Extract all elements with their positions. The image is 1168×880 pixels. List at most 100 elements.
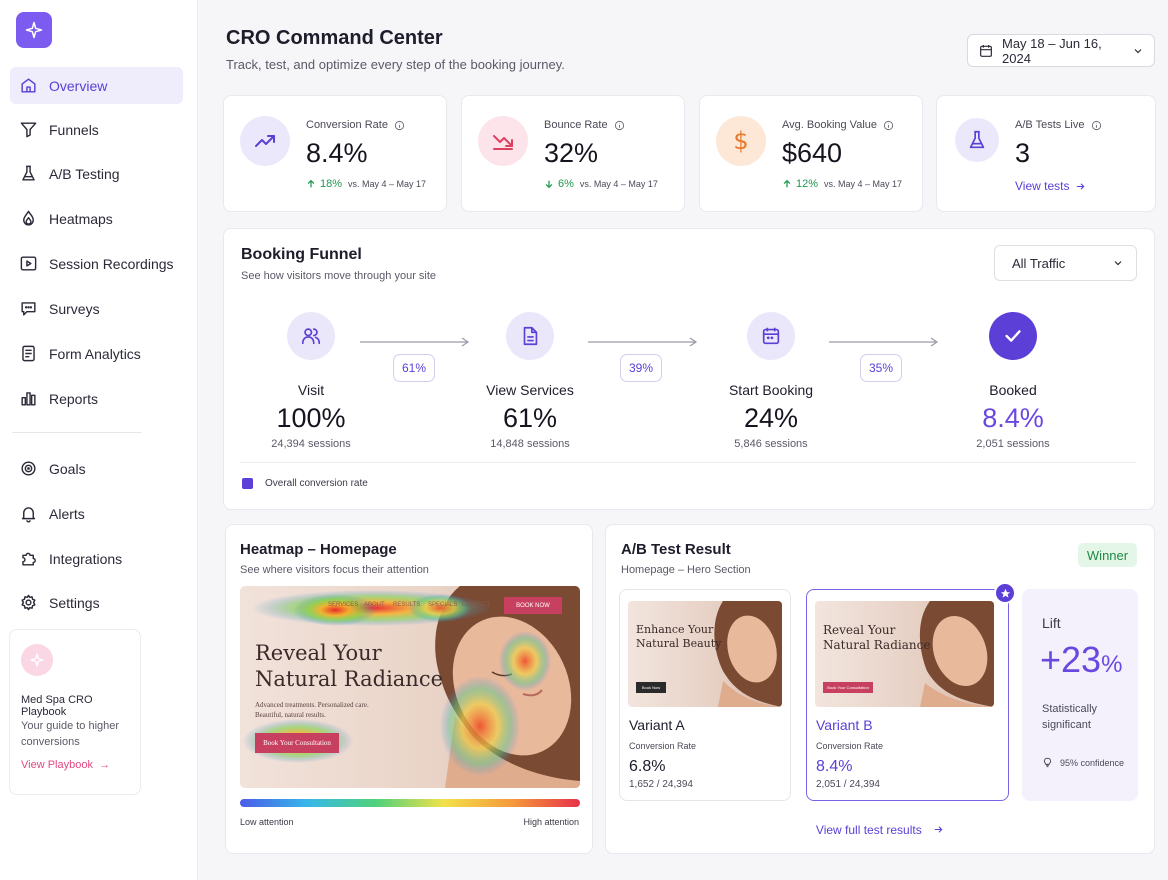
funnel-stage-percent: 61%	[502, 403, 558, 433]
kpi-label-text: Avg. Booking Value	[782, 119, 877, 131]
star-icon	[994, 582, 1016, 604]
variant-headline-line: Reveal Your	[823, 623, 896, 637]
view-full-results-label: View full test results	[815, 823, 922, 837]
sidebar: Overview Funnels A/B Testing Heatmaps Se…	[0, 0, 198, 880]
kpi-delta: 12% vs. May 4 – May 17	[782, 178, 902, 190]
info-icon[interactable]	[614, 120, 625, 131]
ab-test-title: A/B Test Result	[621, 541, 731, 558]
playbook-subtitle: Your guide to higher conversions	[21, 720, 120, 748]
target-icon	[18, 459, 38, 479]
kpi-value: 8.4%	[306, 138, 368, 168]
info-icon[interactable]	[1091, 120, 1102, 131]
booking-funnel-card: Booking Funnel See how visitors move thr…	[223, 228, 1155, 510]
sidebar-item-label: Integrations	[49, 550, 123, 567]
preview-book-now-button: BOOK NOW	[504, 597, 562, 614]
variant-count: 2,051 / 24,394	[816, 779, 880, 790]
calendar-icon	[980, 44, 992, 57]
variant-cta: Book Your Consultation	[823, 682, 873, 693]
funnel-divider	[240, 462, 1136, 463]
flask-icon	[18, 164, 38, 184]
info-icon[interactable]	[883, 120, 894, 131]
winner-badge: Winner	[1078, 543, 1137, 567]
traffic-filter-select[interactable]: All Traffic	[994, 245, 1137, 281]
date-range-picker[interactable]: May 18 – Jun 16, 2024	[967, 34, 1155, 67]
low-attention-label: Low attention	[240, 817, 294, 827]
funnel-step-rate: 39%	[620, 354, 662, 382]
sidebar-item-integrations[interactable]: Integrations	[10, 540, 183, 577]
funnel-stage-name: Booked	[989, 382, 1037, 398]
sidebar-item-label: Alerts	[49, 505, 85, 522]
sidebar-item-label: A/B Testing	[49, 165, 120, 182]
variant-rate-label: Conversion Rate	[816, 741, 884, 751]
variant-count: 1,652 / 24,394	[629, 779, 693, 790]
gear-icon	[18, 593, 38, 613]
variant-a-card[interactable]: Enhance Your Natural Beauty Book Now Var…	[619, 589, 791, 801]
dollar-icon: $	[716, 116, 766, 166]
funnel-stage-start-booking: Start Booking 24% 5,846 sessions	[681, 312, 861, 450]
view-playbook-link[interactable]: View Playbook →	[21, 759, 110, 771]
sidebar-item-label: Form Analytics	[49, 345, 141, 362]
date-range-label: May 18 – Jun 16, 2024	[1002, 35, 1102, 66]
variant-rate: 8.4%	[816, 758, 853, 775]
bell-icon	[18, 504, 38, 524]
chat-icon	[18, 299, 38, 319]
funnel-stage-percent: 24%	[743, 403, 799, 433]
sidebar-item-alerts[interactable]: Alerts	[10, 495, 183, 532]
kpi-label: Conversion Rate	[306, 119, 405, 131]
variant-headline-line: Natural Beauty	[636, 637, 722, 650]
info-icon[interactable]	[394, 120, 405, 131]
funnel-stage-percent: 8.4%	[982, 403, 1044, 433]
sidebar-item-goals[interactable]: Goals	[10, 450, 183, 487]
variant-b-card[interactable]: Reveal Your Natural Radiance Book Your C…	[806, 582, 1016, 801]
puzzle-icon	[18, 549, 38, 569]
view-full-results-link[interactable]: View full test results	[606, 823, 1154, 837]
app-logo[interactable]	[16, 12, 52, 48]
funnel-stage-sessions: 5,846 sessions	[734, 438, 808, 450]
preview-body: Advanced treatments. Personalized care. …	[255, 700, 369, 720]
kpi-label-text: A/B Tests Live	[1015, 119, 1085, 131]
funnel-stage-view-services: View Services 61% 14,848 sessions	[440, 312, 620, 450]
funnel-stage-percent: 100%	[276, 403, 346, 433]
kpi-delta-value: 18%	[320, 178, 343, 190]
kpi-label: A/B Tests Live	[1015, 119, 1102, 131]
sidebar-item-label: Session Recordings	[49, 255, 174, 272]
funnel-stage-sessions: 24,394 sessions	[271, 438, 351, 450]
flask-icon	[955, 118, 999, 162]
view-tests-link[interactable]: View tests	[1015, 179, 1086, 193]
sidebar-item-reports[interactable]: Reports	[10, 380, 183, 417]
calendar-icon	[747, 312, 795, 360]
sidebar-item-ab-testing[interactable]: A/B Testing	[10, 155, 183, 192]
funnel-stage-name: Start Booking	[728, 382, 814, 398]
arrow-right-icon: →	[96, 759, 111, 771]
playbook-card: Med Spa CRO Playbook Your guide to highe…	[9, 629, 141, 795]
sidebar-item-funnels[interactable]: Funnels	[10, 111, 183, 148]
lift-panel: Lift +23% Statistically significant 95% …	[1022, 589, 1138, 801]
sidebar-item-form-analytics[interactable]: Form Analytics	[10, 335, 183, 372]
kpi-card-ab-tests-live: A/B Tests Live 3 View tests	[936, 95, 1156, 212]
variant-headline-line: Natural Radiance	[823, 638, 931, 652]
funnel-stage-booked: Booked 8.4% 2,051 sessions	[923, 312, 1103, 450]
sidebar-item-label: Heatmaps	[49, 210, 113, 227]
variant-name: Variant B	[816, 717, 873, 733]
sparkle-icon	[21, 644, 53, 676]
heatmap-preview[interactable]: SERVICES ABOUT RESULTS SPECIALS CONTACT …	[240, 586, 580, 788]
preview-nav-item: SERVICES	[328, 602, 359, 608]
confidence-label: 95% confidence	[1060, 757, 1125, 768]
playbook-title: Med Spa CRO Playbook	[21, 694, 93, 718]
sidebar-item-heatmaps[interactable]: Heatmaps	[10, 200, 183, 237]
kpi-value: 32%	[544, 138, 599, 168]
flame-icon	[18, 209, 38, 229]
sidebar-item-settings[interactable]: Settings	[10, 584, 183, 621]
variant-headline: Reveal Your Natural Radiance	[823, 623, 930, 653]
bar-chart-icon	[18, 389, 38, 409]
sidebar-item-overview[interactable]: Overview	[10, 67, 183, 104]
funnel-step-rate: 35%	[860, 354, 902, 382]
kpi-delta: 6% vs. May 4 – May 17	[544, 178, 658, 190]
traffic-filter-label: All Traffic	[1012, 255, 1066, 271]
sidebar-item-surveys[interactable]: Surveys	[10, 290, 183, 327]
sidebar-item-session-recordings[interactable]: Session Recordings	[10, 245, 183, 282]
lift-value: +23%	[1040, 639, 1122, 681]
kpi-label: Bounce Rate	[544, 119, 625, 131]
funnel-stage-sessions: 2,051 sessions	[976, 438, 1050, 450]
preview-headline-line: Reveal Your	[255, 641, 382, 665]
